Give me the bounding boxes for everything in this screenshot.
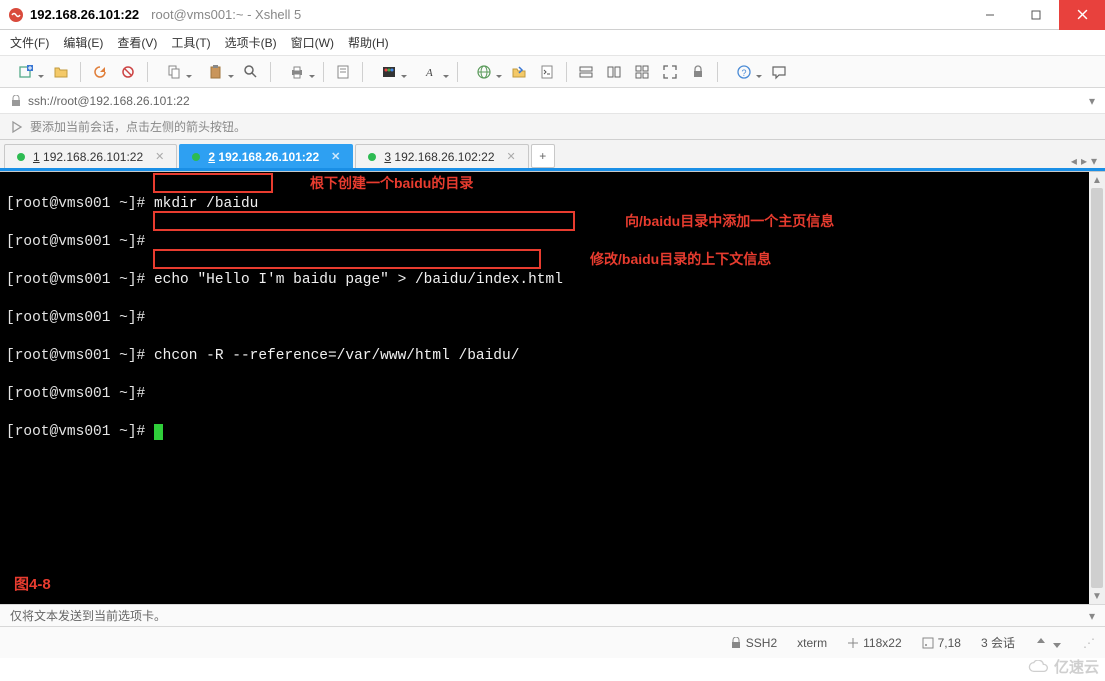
separator bbox=[457, 62, 458, 82]
title-sub: root@vms001:~ - Xshell 5 bbox=[151, 7, 301, 22]
add-tab-button[interactable]: + bbox=[531, 144, 555, 168]
separator bbox=[717, 62, 718, 82]
scroll-up-icon[interactable]: ▲ bbox=[1089, 172, 1105, 188]
print-button[interactable] bbox=[277, 60, 317, 84]
minimize-button[interactable] bbox=[967, 0, 1013, 30]
lock-icon bbox=[10, 95, 22, 107]
menu-view[interactable]: 查看(V) bbox=[117, 34, 157, 51]
tab-1[interactable]: 1 192.168.26.101:22 ✕ bbox=[4, 144, 177, 168]
scrollbar[interactable]: ▲ ▼ bbox=[1089, 172, 1105, 604]
tab-2[interactable]: 2 192.168.26.101:22 ✕ bbox=[179, 144, 353, 168]
separator bbox=[80, 62, 81, 82]
xftp-button[interactable] bbox=[506, 60, 532, 84]
status-dot-icon bbox=[17, 153, 25, 161]
help-button[interactable]: ? bbox=[724, 60, 764, 84]
hint-text: 要添加当前会话，点击左侧的箭头按钮。 bbox=[30, 118, 246, 135]
menu-file[interactable]: 文件(F) bbox=[10, 34, 49, 51]
script-button[interactable] bbox=[534, 60, 560, 84]
close-button[interactable] bbox=[1059, 0, 1105, 30]
fullscreen-button[interactable] bbox=[657, 60, 683, 84]
app-icon bbox=[8, 7, 24, 23]
address-bar: ssh://root@192.168.26.101:22 ▾ bbox=[0, 88, 1105, 114]
status-dot-icon bbox=[192, 153, 200, 161]
menu-help[interactable]: 帮助(H) bbox=[348, 34, 389, 51]
annotation-3: 修改/baidu目录的上下文信息 bbox=[590, 250, 771, 269]
tab-row: 1 192.168.26.101:22 ✕ 2 192.168.26.101:2… bbox=[0, 140, 1105, 172]
find-button[interactable] bbox=[238, 60, 264, 84]
menu-tab[interactable]: 选项卡(B) bbox=[225, 34, 277, 51]
tab-3[interactable]: 3 192.168.26.102:22 ✕ bbox=[355, 144, 528, 168]
tile-horizontal-button[interactable] bbox=[573, 60, 599, 84]
terminal[interactable]: [root@vms001 ~]# mkdir /baidu [root@vms0… bbox=[0, 172, 1105, 604]
toolbar: A ? bbox=[0, 56, 1105, 88]
terminal-area: [root@vms001 ~]# mkdir /baidu [root@vms0… bbox=[0, 172, 1105, 604]
disconnect-button[interactable] bbox=[115, 60, 141, 84]
hint-bar: 要添加当前会话，点击左侧的箭头按钮。 bbox=[0, 114, 1105, 140]
annotation-1: 根下创建一个baidu的目录 bbox=[310, 174, 473, 193]
tab-prev-icon[interactable]: ◂ bbox=[1071, 154, 1077, 168]
separator bbox=[323, 62, 324, 82]
menu-bar: 文件(F) 编辑(E) 查看(V) 工具(T) 选项卡(B) 窗口(W) 帮助(… bbox=[0, 30, 1105, 56]
figure-label: 图4-8 bbox=[14, 575, 51, 594]
tab-next-icon[interactable]: ▸ bbox=[1081, 154, 1087, 168]
address-dropdown-icon[interactable]: ▾ bbox=[1079, 94, 1105, 108]
feedback-button[interactable] bbox=[766, 60, 792, 84]
menu-edit[interactable]: 编辑(E) bbox=[63, 34, 103, 51]
add-session-arrow-icon[interactable] bbox=[10, 120, 24, 134]
highlight-box-2 bbox=[153, 211, 575, 231]
highlight-box-1 bbox=[153, 173, 273, 193]
separator bbox=[147, 62, 148, 82]
separator bbox=[566, 62, 567, 82]
font-button[interactable]: A bbox=[411, 60, 451, 84]
properties-button[interactable] bbox=[330, 60, 356, 84]
status-dot-icon bbox=[368, 153, 376, 161]
separator bbox=[270, 62, 271, 82]
svg-text:?: ? bbox=[742, 68, 747, 78]
tile-vertical-button[interactable] bbox=[601, 60, 627, 84]
tab-list-icon[interactable]: ▾ bbox=[1091, 154, 1097, 168]
paste-button[interactable] bbox=[196, 60, 236, 84]
menu-window[interactable]: 窗口(W) bbox=[291, 34, 334, 51]
highlight-box-3 bbox=[153, 249, 541, 269]
menu-tools[interactable]: 工具(T) bbox=[171, 34, 210, 51]
tab-close-icon[interactable]: ✕ bbox=[331, 150, 340, 163]
tile-grid-button[interactable] bbox=[629, 60, 655, 84]
encoding-button[interactable] bbox=[464, 60, 504, 84]
scroll-thumb[interactable] bbox=[1091, 188, 1103, 588]
title-ip: 192.168.26.101:22 bbox=[30, 7, 139, 22]
window-buttons bbox=[967, 0, 1105, 30]
copy-button[interactable] bbox=[154, 60, 194, 84]
reconnect-button[interactable] bbox=[87, 60, 113, 84]
address-url[interactable]: ssh://root@192.168.26.101:22 bbox=[28, 94, 1073, 108]
watermark: 亿速云 bbox=[1028, 656, 1099, 677]
cursor bbox=[154, 424, 163, 440]
cloud-icon bbox=[1028, 660, 1050, 674]
tab-nav: ◂ ▸ ▾ bbox=[1071, 154, 1105, 168]
tab-close-icon[interactable]: ✕ bbox=[155, 150, 164, 163]
scroll-track[interactable] bbox=[1089, 188, 1105, 588]
annotation-2: 向/baidu目录中添加一个主页信息 bbox=[625, 212, 834, 231]
tab-close-icon[interactable]: ✕ bbox=[507, 150, 516, 163]
color-scheme-button[interactable] bbox=[369, 60, 409, 84]
separator bbox=[362, 62, 363, 82]
open-button[interactable] bbox=[48, 60, 74, 84]
maximize-button[interactable] bbox=[1013, 0, 1059, 30]
svg-text:A: A bbox=[425, 67, 433, 79]
scroll-down-icon[interactable]: ▼ bbox=[1089, 588, 1105, 604]
active-tab-stripe bbox=[0, 168, 1105, 171]
new-session-button[interactable] bbox=[6, 60, 46, 84]
title-bar: 192.168.26.101:22 root@vms001:~ - Xshell… bbox=[0, 0, 1105, 30]
lock-button[interactable] bbox=[685, 60, 711, 84]
